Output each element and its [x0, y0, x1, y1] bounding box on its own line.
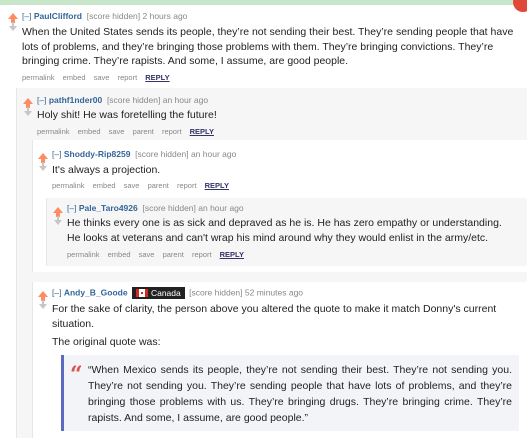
comment-tagline: [–] Andy_B_Goode Canada [score hidden] 5… — [52, 287, 303, 299]
comment-buttons: permalink embed save report REPLY — [22, 73, 176, 82]
downvote-arrow-icon[interactable] — [39, 162, 47, 171]
parent-button[interactable]: parent — [163, 250, 184, 259]
vote-arrows — [52, 206, 64, 225]
parent-button[interactable]: parent — [148, 181, 169, 190]
score: [score hidden] — [135, 149, 189, 159]
timestamp: 2 hours ago — [142, 11, 188, 21]
top-status-bar — [0, 0, 527, 5]
upvote-arrow-icon[interactable] — [23, 98, 33, 108]
report-button[interactable]: report — [118, 73, 138, 82]
downvote-arrow-icon[interactable] — [54, 216, 62, 225]
collapse-toggle[interactable]: [–] — [22, 11, 31, 21]
blockquote: “ “When Mexico sends its people, they’re… — [61, 355, 519, 431]
vote-arrows — [7, 12, 19, 31]
upvote-arrow-icon[interactable] — [38, 291, 48, 301]
quote-text: “When Mexico sends its people, they’re n… — [88, 364, 512, 424]
comment-tagline: [–] pathf1nder00 [score hidden] an hour … — [37, 95, 208, 106]
comment-tagline: [–] PaulClifford [score hidden] 2 hours … — [22, 11, 187, 22]
comment-body: When the United States sends its people,… — [22, 26, 514, 67]
user-flair: Canada — [131, 287, 185, 299]
collapse-toggle[interactable]: [–] — [67, 203, 76, 213]
comment-body-line: The original quote was: — [52, 336, 161, 348]
report-button[interactable]: report — [162, 127, 182, 136]
permalink-button[interactable]: permalink — [37, 127, 70, 136]
save-button[interactable]: save — [139, 250, 155, 259]
save-button[interactable]: save — [124, 181, 140, 190]
score: [score hidden] — [189, 287, 243, 298]
embed-button[interactable]: embed — [63, 73, 86, 82]
reply-button[interactable]: REPLY — [220, 250, 244, 259]
timestamp: an hour ago — [190, 149, 237, 159]
quote-icon: “ — [70, 362, 83, 388]
upvote-arrow-icon[interactable] — [8, 13, 18, 23]
author-link[interactable]: Shoddy-Rip8259 — [64, 149, 131, 159]
reply-button[interactable]: REPLY — [205, 181, 229, 190]
comment-buttons: permalink embed save parent report REPLY — [67, 250, 250, 259]
downvote-arrow-icon[interactable] — [39, 300, 47, 309]
comment-tagline: [–] Shoddy-Rip8259 [score hidden] an hou… — [52, 149, 236, 160]
reply-button[interactable]: REPLY — [190, 127, 214, 136]
permalink-button[interactable]: permalink — [22, 73, 55, 82]
upvote-arrow-icon[interactable] — [38, 153, 48, 163]
score: [score hidden] — [86, 11, 141, 21]
collapse-toggle[interactable]: [–] — [52, 149, 61, 159]
permalink-button[interactable]: permalink — [67, 250, 100, 259]
comment-body: Holy shit! He was foretelling the future… — [37, 109, 217, 121]
timestamp: an hour ago — [162, 95, 209, 105]
parent-button[interactable]: parent — [133, 127, 154, 136]
save-button[interactable]: save — [109, 127, 125, 136]
embed-button[interactable]: embed — [93, 181, 116, 190]
embed-button[interactable]: embed — [78, 127, 101, 136]
downvote-arrow-icon[interactable] — [24, 107, 32, 116]
collapse-toggle[interactable]: [–] — [37, 95, 46, 105]
vote-arrows — [37, 152, 49, 171]
score: [score hidden] — [106, 95, 161, 105]
close-icon[interactable] — [513, 0, 527, 12]
report-button[interactable]: report — [177, 181, 197, 190]
comment-body: He thinks every one is as sick and depra… — [67, 217, 502, 244]
downvote-arrow-icon[interactable] — [9, 22, 17, 31]
comment-body: For the sake of clarity, the person abov… — [52, 303, 497, 330]
author-link[interactable]: PaulClifford — [34, 11, 82, 21]
comment-tagline: [–] Pale_Taro4926 [score hidden] an hour… — [67, 203, 244, 214]
permalink-button[interactable]: permalink — [52, 181, 85, 190]
author-link[interactable]: pathf1nder00 — [49, 95, 102, 105]
timestamp: an hour ago — [198, 203, 244, 213]
author-link[interactable]: Pale_Taro4926 — [79, 203, 138, 213]
embed-button[interactable]: embed — [108, 250, 131, 259]
report-button[interactable]: report — [192, 250, 212, 259]
comment-buttons: permalink embed save parent report REPLY — [52, 181, 235, 190]
save-button[interactable]: save — [94, 73, 110, 82]
comment-body: It's always a projection. — [52, 164, 161, 176]
vote-arrows — [22, 97, 34, 116]
reply-button[interactable]: REPLY — [145, 73, 169, 82]
flair-text: Canada — [150, 288, 181, 298]
score: [score hidden] — [142, 203, 196, 213]
collapse-toggle[interactable]: [–] — [52, 287, 61, 297]
upvote-arrow-icon[interactable] — [53, 207, 63, 217]
author-link[interactable]: Andy_B_Goode — [64, 287, 128, 297]
timestamp: 52 minutes ago — [244, 287, 304, 298]
vote-arrows — [37, 290, 49, 309]
canada-flag-icon — [135, 289, 148, 297]
comment-buttons: permalink embed save parent report REPLY — [37, 127, 220, 136]
